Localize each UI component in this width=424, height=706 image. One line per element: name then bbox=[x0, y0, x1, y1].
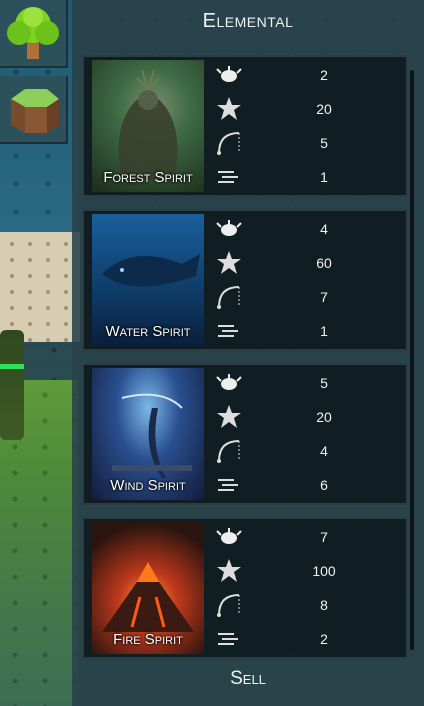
bug-icon bbox=[214, 370, 244, 396]
spirit-name: Fire Spirit bbox=[113, 631, 183, 648]
spirit-card-wind[interactable]: Wind Spirit 5 20 4 6 bbox=[82, 363, 408, 505]
sand-tiles bbox=[0, 232, 80, 342]
elemental-panel: Elemental Forest Spirit 2 20 5 1 Water S… bbox=[72, 0, 424, 706]
stat-value: 7 bbox=[320, 289, 328, 305]
spirit-name: Forest Spirit bbox=[103, 169, 193, 186]
spirit-stats: 4 60 7 1 bbox=[214, 211, 404, 353]
stat-value: 5 bbox=[320, 375, 328, 391]
range-icon bbox=[214, 592, 244, 618]
spirit-stats: 2 20 5 1 bbox=[214, 57, 404, 199]
stat-row-speed: 6 bbox=[214, 469, 404, 501]
spirit-card-forest[interactable]: Forest Spirit 2 20 5 1 bbox=[82, 55, 408, 197]
stat-row-speed: 2 bbox=[214, 623, 404, 655]
spirit-card-fire[interactable]: Fire Spirit 7 100 8 2 bbox=[82, 517, 408, 659]
spirit-card-water[interactable]: Water Spirit 4 60 7 1 bbox=[82, 209, 408, 351]
speed-icon bbox=[214, 472, 244, 498]
stat-value: 2 bbox=[320, 67, 328, 83]
scrollbar[interactable] bbox=[410, 70, 414, 650]
bug-icon bbox=[214, 524, 244, 550]
stat-row-range: 8 bbox=[214, 589, 404, 621]
stat-value: 8 bbox=[320, 597, 328, 613]
spirit-name: Wind Spirit bbox=[110, 477, 186, 494]
stat-value: 1 bbox=[320, 323, 328, 339]
panel-title: Elemental bbox=[202, 10, 294, 32]
stat-value: 4 bbox=[320, 443, 328, 459]
health-bar bbox=[0, 364, 24, 369]
range-icon bbox=[214, 438, 244, 464]
spirit-portrait: Forest Spirit bbox=[92, 60, 204, 192]
stat-value: 2 bbox=[320, 631, 328, 647]
speed-icon bbox=[214, 164, 244, 190]
stat-value: 20 bbox=[316, 409, 332, 425]
stat-value: 100 bbox=[312, 563, 336, 579]
range-icon bbox=[214, 284, 244, 310]
stat-row-damage: 100 bbox=[214, 555, 404, 587]
stat-row-ammo: 7 bbox=[214, 521, 404, 553]
damage-burst-icon bbox=[214, 96, 244, 122]
stat-row-ammo: 2 bbox=[214, 59, 404, 91]
stat-row-range: 4 bbox=[214, 435, 404, 467]
stat-value: 60 bbox=[316, 255, 332, 271]
bug-icon bbox=[214, 216, 244, 242]
spirit-portrait: Fire Spirit bbox=[92, 522, 204, 654]
tree-tool-icon bbox=[7, 7, 59, 59]
spirit-stats: 5 20 4 6 bbox=[214, 365, 404, 507]
stat-value: 4 bbox=[320, 221, 328, 237]
speed-icon bbox=[214, 626, 244, 652]
damage-burst-icon bbox=[214, 250, 244, 276]
damage-burst-icon bbox=[214, 404, 244, 430]
stat-row-damage: 20 bbox=[214, 93, 404, 125]
stat-value: 20 bbox=[316, 101, 332, 117]
hex-tile-tool-button[interactable] bbox=[0, 76, 68, 144]
stat-row-speed: 1 bbox=[214, 315, 404, 347]
spirit-stats: 7 100 8 2 bbox=[214, 519, 404, 661]
damage-burst-icon bbox=[214, 558, 244, 584]
stat-row-damage: 20 bbox=[214, 401, 404, 433]
tree-tool-button[interactable] bbox=[0, 0, 68, 68]
stat-value: 1 bbox=[320, 169, 328, 185]
sell-button[interactable]: Sell bbox=[72, 668, 424, 698]
stat-value: 7 bbox=[320, 529, 328, 545]
stat-value: 6 bbox=[320, 477, 328, 493]
stat-row-range: 5 bbox=[214, 127, 404, 159]
hex-tile-tool-icon bbox=[11, 89, 59, 133]
spirit-name: Water Spirit bbox=[105, 323, 191, 340]
stat-row-ammo: 5 bbox=[214, 367, 404, 399]
range-icon bbox=[214, 130, 244, 156]
stat-row-range: 7 bbox=[214, 281, 404, 313]
spirit-portrait: Wind Spirit bbox=[92, 368, 204, 500]
bug-icon bbox=[214, 62, 244, 88]
stat-row-speed: 1 bbox=[214, 161, 404, 193]
stat-row-damage: 60 bbox=[214, 247, 404, 279]
stat-row-ammo: 4 bbox=[214, 213, 404, 245]
spirit-portrait: Water Spirit bbox=[92, 214, 204, 346]
map-tree bbox=[0, 330, 24, 440]
speed-icon bbox=[214, 318, 244, 344]
stat-value: 5 bbox=[320, 135, 328, 151]
